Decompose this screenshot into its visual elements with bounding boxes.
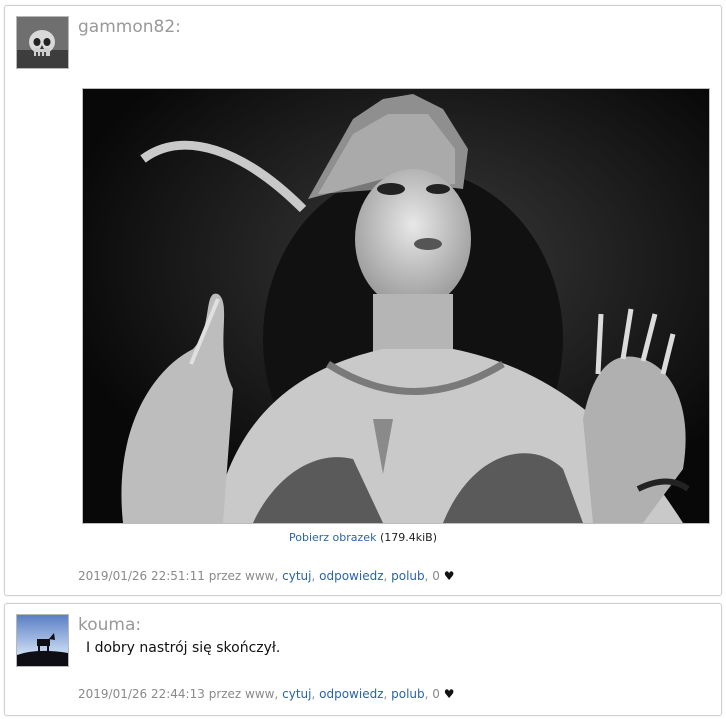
silhouette-avatar-icon	[17, 615, 68, 666]
reply-link[interactable]: odpowiedz	[319, 687, 383, 701]
like-link[interactable]: polub	[391, 687, 425, 701]
username-colon: :	[175, 17, 181, 37]
download-image-link[interactable]: Pobierz obrazek	[289, 531, 376, 544]
post-via: przez www,	[208, 687, 279, 701]
username-text: kouma	[78, 615, 136, 635]
like-link[interactable]: polub	[391, 569, 425, 583]
heart-icon: ♥	[443, 687, 455, 701]
post: kouma: I dobry nastrój się skończył. 201…	[4, 603, 722, 716]
like-count: 0	[432, 569, 440, 583]
post-timestamp: 2019/01/26 22:51:11	[78, 569, 205, 583]
quote-link[interactable]: cytuj	[282, 569, 311, 583]
post-timestamp: 2019/01/26 22:44:13	[78, 687, 205, 701]
quote-link[interactable]: cytuj	[282, 687, 311, 701]
avatar[interactable]	[16, 16, 69, 69]
post-content: I dobry nastrój się skończył.	[86, 640, 281, 656]
post-meta: 2019/01/26 22:51:11 przez www, cytuj, od…	[78, 569, 455, 583]
skull-avatar-icon	[17, 17, 68, 68]
username[interactable]: gammon82:	[78, 17, 181, 37]
post-via: przez www,	[208, 569, 279, 583]
post: gammon82: Pobierz obrazek (179.4kiB) 201…	[4, 5, 722, 596]
post-image[interactable]	[82, 88, 710, 524]
username[interactable]: kouma:	[78, 615, 141, 635]
photo-image	[83, 89, 709, 523]
username-colon: :	[135, 615, 142, 635]
download-line: Pobierz obrazek (179.4kiB)	[5, 531, 721, 544]
username-text: gammon82	[78, 17, 176, 37]
post-meta: 2019/01/26 22:44:13 przez www, cytuj, od…	[78, 687, 455, 701]
reply-link[interactable]: odpowiedz	[319, 569, 383, 583]
avatar[interactable]	[16, 614, 69, 667]
image-size: (179.4kiB)	[379, 531, 437, 544]
heart-icon: ♥	[443, 569, 455, 583]
like-count: 0	[432, 687, 440, 701]
